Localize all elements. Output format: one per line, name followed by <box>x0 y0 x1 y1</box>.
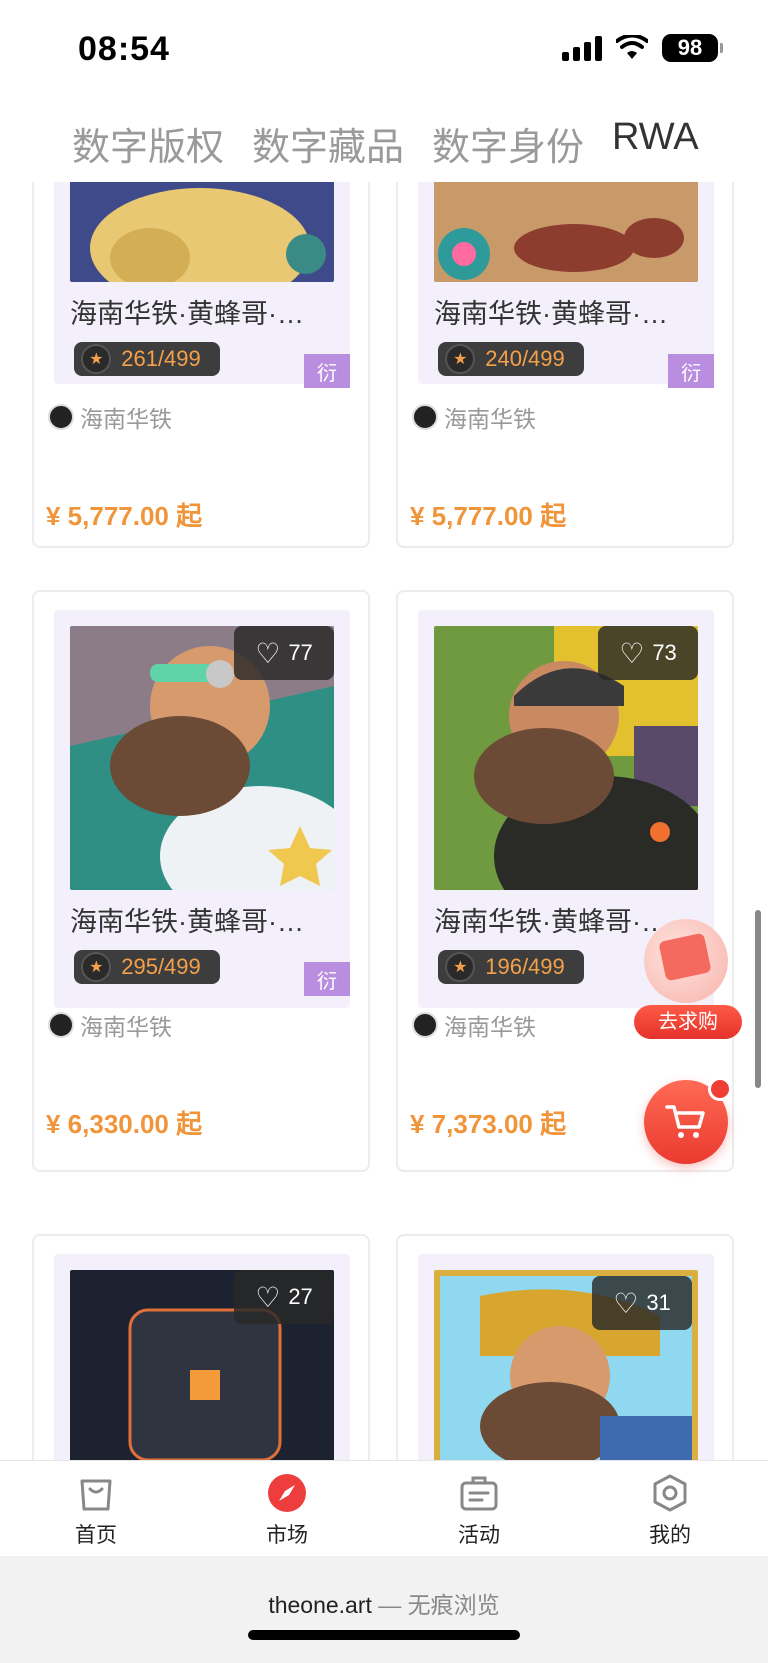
wifi-icon <box>616 35 648 59</box>
price: ¥ 5,777.00 起 <box>46 501 203 531</box>
compass-icon <box>268 1474 306 1512</box>
heart-icon: ♡ <box>613 1287 639 1319</box>
price: ¥ 7,373.00 起 <box>410 1109 567 1139</box>
creator-avatar <box>48 404 74 430</box>
cellular-signal-icon <box>562 35 602 61</box>
creator-avatar <box>412 404 438 430</box>
product-title: 海南华铁·黄蜂哥·… <box>434 299 668 329</box>
edition-badge: ★ 196/499 <box>438 950 584 984</box>
tab-rwa[interactable]: RWA <box>612 116 699 159</box>
edition-count: 261/499 <box>121 346 201 371</box>
product-card[interactable]: 海南华铁·黄蜂哥·… ★ 240/499 衍 海南华铁 ¥ 5,777.00 起 <box>396 182 734 548</box>
likes-count: 27 <box>288 1284 313 1309</box>
star-icon: ★ <box>81 952 112 982</box>
category-tabs: 数字版权 数字藏品 数字身份 RWA <box>0 96 768 182</box>
creator-name: 海南华铁 <box>80 406 172 432</box>
heart-icon: ♡ <box>255 637 281 669</box>
likes-badge[interactable]: ♡ 73 <box>598 626 698 680</box>
card-media-panel: 海南华铁·黄蜂哥·… ★ 261/499 衍 <box>54 182 350 388</box>
card-media-panel: ♡ 27 <box>54 1254 350 1460</box>
nav-market[interactable]: 市场 <box>237 1473 337 1549</box>
product-image <box>70 182 334 282</box>
product-card[interactable]: ♡ 31 <box>396 1234 734 1460</box>
edition-count: 196/499 <box>485 954 565 979</box>
derivative-tag: 衍 <box>304 354 350 388</box>
product-image: ♡ 77 <box>70 626 334 890</box>
card-media-panel: ♡ 77 海南华铁·黄蜂哥·… ★ 295/499 衍 <box>54 610 350 1008</box>
derivative-tag: 衍 <box>304 962 350 996</box>
nav-label: 活动 <box>458 1524 500 1547</box>
product-card[interactable]: ♡ 27 <box>32 1234 370 1460</box>
star-icon: ★ <box>81 344 112 374</box>
product-image: ♡ 31 <box>434 1270 698 1460</box>
nav-home[interactable]: 首页 <box>46 1473 146 1549</box>
creator-avatar <box>48 1012 74 1038</box>
creator-name: 海南华铁 <box>444 1014 536 1040</box>
battery-icon: 98 <box>662 34 723 62</box>
product-image <box>434 182 698 282</box>
edition-count: 295/499 <box>121 954 201 979</box>
nav-activity[interactable]: 活动 <box>429 1473 529 1549</box>
product-image: ♡ 27 <box>70 1270 334 1460</box>
tab-digital-collectibles[interactable]: 数字藏品 <box>252 116 404 171</box>
bag-icon <box>80 1479 112 1511</box>
request-to-buy-label: 去求购 <box>634 1005 742 1039</box>
heart-icon: ♡ <box>255 1281 281 1313</box>
bottom-nav: 首页 市场 活动 我的 <box>0 1460 768 1556</box>
tab-digital-copyright[interactable]: 数字版权 <box>72 116 224 171</box>
edition-badge: ★ 295/499 <box>74 950 220 984</box>
derivative-tag: 衍 <box>668 354 714 388</box>
price: ¥ 5,777.00 起 <box>410 501 567 531</box>
briefcase-icon <box>460 1476 498 1511</box>
product-title: 海南华铁·黄蜂哥·… <box>70 299 304 329</box>
nav-profile[interactable]: 我的 <box>620 1473 720 1549</box>
creator-name: 海南华铁 <box>80 1014 172 1040</box>
home-indicator[interactable] <box>248 1630 520 1640</box>
scrollbar[interactable] <box>755 910 761 1088</box>
edition-badge: ★ 261/499 <box>74 342 220 376</box>
price: ¥ 6,330.00 起 <box>46 1109 203 1139</box>
creator: 海南华铁 <box>412 400 536 434</box>
nav-label: 市场 <box>266 1524 308 1547</box>
creator-avatar <box>412 1012 438 1038</box>
status-icons: 98 <box>562 34 723 62</box>
product-grid: 海南华铁·黄蜂哥·… ★ 261/499 衍 海南华铁 ¥ 5,777.00 起 <box>0 182 768 1460</box>
creator: 海南华铁 <box>412 1008 536 1042</box>
edition-badge: ★ 240/499 <box>438 342 584 376</box>
product-card[interactable]: 海南华铁·黄蜂哥·… ★ 261/499 衍 海南华铁 ¥ 5,777.00 起 <box>32 182 370 548</box>
tab-digital-identity[interactable]: 数字身份 <box>432 116 584 171</box>
likes-count: 77 <box>288 640 313 665</box>
heart-icon: ♡ <box>619 637 645 669</box>
card-media-panel: 海南华铁·黄蜂哥·… ★ 240/499 衍 <box>418 182 714 388</box>
likes-count: 31 <box>646 1290 671 1315</box>
card-media-panel: ♡ 31 <box>418 1254 714 1460</box>
likes-badge[interactable]: ♡ 77 <box>234 626 334 680</box>
creator: 海南华铁 <box>48 400 172 434</box>
star-icon: ★ <box>445 344 476 374</box>
private-mode-label: — 无痕浏览 <box>371 1592 500 1618</box>
product-title: 海南华铁·黄蜂哥·… <box>70 907 304 937</box>
product-image: ♡ 73 <box>434 626 698 890</box>
product-card[interactable]: ♡ 77 海南华铁·黄蜂哥·… ★ 295/499 衍 海南华铁 ¥ 6,330… <box>32 590 370 1172</box>
status-bar: 08:54 98 <box>0 0 768 96</box>
cart-notification-dot <box>708 1077 732 1101</box>
nav-label: 首页 <box>75 1524 117 1547</box>
browser-address-bar[interactable]: theone.art — 无痕浏览 <box>0 1556 768 1663</box>
browser-domain: theone.art <box>268 1592 372 1618</box>
cart-icon <box>665 1105 705 1138</box>
request-to-buy-button[interactable]: 去求购 <box>632 915 744 1043</box>
browser-url[interactable]: theone.art — 无痕浏览 <box>0 1586 768 1620</box>
status-time: 08:54 <box>78 30 170 68</box>
edition-count: 240/499 <box>485 346 565 371</box>
likes-badge[interactable]: ♡ 31 <box>592 1276 692 1330</box>
creator: 海南华铁 <box>48 1008 172 1042</box>
likes-badge[interactable]: ♡ 27 <box>234 1270 334 1324</box>
hexagon-icon <box>653 1474 687 1512</box>
star-icon: ★ <box>445 952 476 982</box>
likes-count: 73 <box>652 640 677 665</box>
creator-name: 海南华铁 <box>444 406 536 432</box>
nav-label: 我的 <box>649 1524 691 1547</box>
